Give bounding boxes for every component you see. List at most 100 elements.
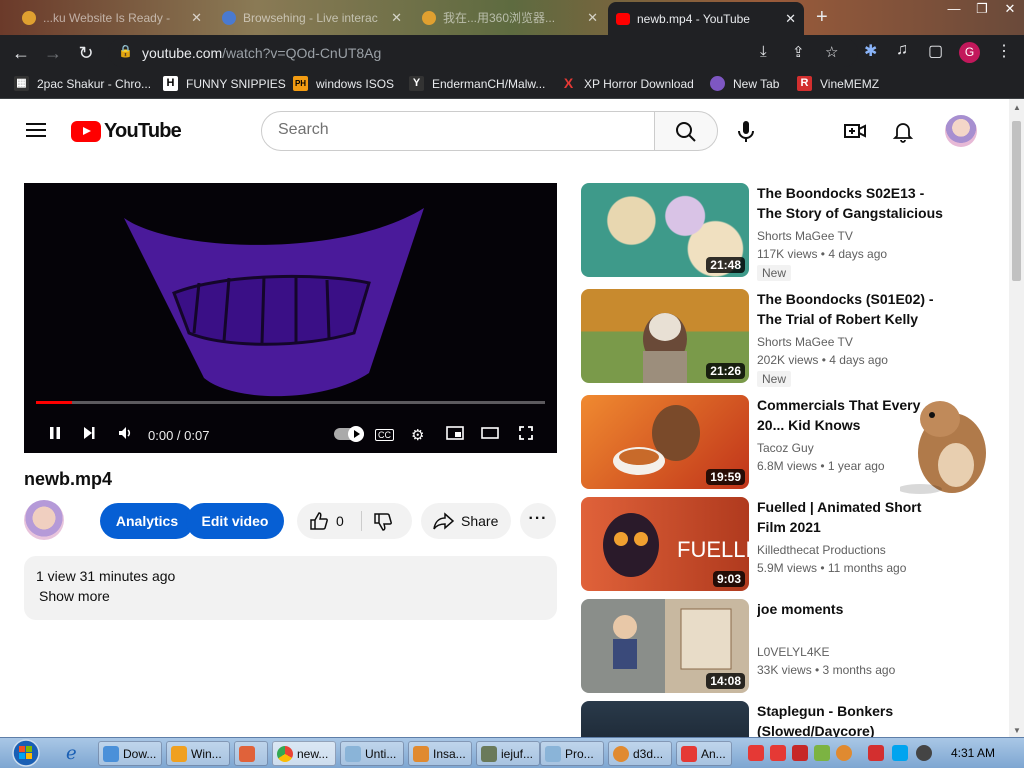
browser-tab-active[interactable]: newb.mp4 - YouTube ✕: [608, 2, 804, 35]
forward-icon[interactable]: →: [42, 42, 64, 64]
video-progress-bar[interactable]: [36, 401, 545, 404]
scroll-up-icon[interactable]: ▲: [1013, 103, 1021, 112]
voice-search-button[interactable]: [730, 115, 762, 147]
extensions-icon[interactable]: ✱: [864, 41, 877, 61]
video-thumbnail[interactable]: FUELLED 9:03: [581, 497, 749, 591]
taskbar-item-active[interactable]: new...: [272, 741, 336, 766]
share-page-icon[interactable]: ⇪: [792, 43, 805, 61]
taskbar-item[interactable]: Dow...: [98, 741, 162, 766]
close-icon[interactable]: ✕: [587, 10, 598, 26]
new-tab-icon[interactable]: +: [816, 6, 828, 29]
start-button-icon[interactable]: [4, 738, 44, 769]
taskbar-clock[interactable]: 4:31 AM: [951, 746, 995, 760]
recommendation-item[interactable]: 14:08 joe moments L0VELYL4KE 33K views •…: [581, 599, 1001, 695]
tray-app-icon[interactable]: [814, 745, 830, 761]
search-input[interactable]: [278, 121, 638, 139]
taskbar-item[interactable]: An...: [676, 741, 732, 766]
taskbar-item[interactable]: Pro...: [540, 741, 604, 766]
taskbar-item[interactable]: iejuf...: [476, 741, 540, 766]
url-text[interactable]: youtube.com/watch?v=QOd-CnUT8Ag: [142, 45, 381, 61]
profile-avatar[interactable]: G: [959, 42, 980, 63]
pause-icon[interactable]: [48, 426, 62, 445]
tray-app-icon[interactable]: [792, 745, 808, 761]
recommendation-channel[interactable]: Shorts MaGee TV: [757, 335, 853, 349]
bookmark-star-icon[interactable]: ☆: [825, 43, 838, 61]
notifications-button[interactable]: [891, 119, 915, 148]
bookmark-item[interactable]: Y EndermanCH/Malw...: [409, 76, 545, 91]
bookmark-item[interactable]: X XP Horror Download: [561, 76, 694, 91]
search-button[interactable]: [654, 111, 718, 151]
minimize-icon[interactable]: —: [940, 0, 968, 20]
media-queue-icon[interactable]: ♫: [896, 41, 908, 59]
recommendation-channel[interactable]: Tacoz Guy: [757, 441, 814, 455]
tray-app-icon[interactable]: [770, 745, 786, 761]
recommendation-item[interactable]: 21:48 The Boondocks S02E13 - The Story o…: [581, 183, 1001, 281]
side-panel-icon[interactable]: ▢: [928, 41, 943, 61]
recommendation-channel[interactable]: Shorts MaGee TV: [757, 229, 853, 243]
browser-menu-icon[interactable]: ⋮: [996, 41, 1012, 61]
taskbar-item[interactable]: [234, 741, 268, 766]
recommendation-title[interactable]: Staplegun - Bonkers (Slowed/Daycore): [757, 701, 947, 737]
create-button[interactable]: [843, 119, 867, 148]
network-icon[interactable]: [892, 745, 908, 761]
more-actions-button[interactable]: ···: [520, 503, 556, 539]
show-more-link[interactable]: Show more: [39, 588, 110, 604]
recommendation-title[interactable]: Fuelled | Animated Short Film 2021: [757, 497, 947, 537]
browser-tab[interactable]: Browsehing - Live interac ✕: [214, 2, 410, 33]
window-close-icon[interactable]: ✕: [996, 0, 1024, 20]
scroll-thumb[interactable]: [1012, 121, 1021, 281]
taskbar-item[interactable]: d3d...: [608, 741, 672, 766]
miniplayer-icon[interactable]: [446, 426, 464, 445]
browser-tab[interactable]: ...ku Website Is Ready - ✕: [14, 2, 210, 33]
recommendation-item[interactable]: FUELLED 9:03 Fuelled | Animated Short Fi…: [581, 497, 1001, 593]
tray-app-icon[interactable]: [748, 745, 764, 761]
menu-icon[interactable]: [26, 123, 46, 137]
bookmark-item[interactable]: R VineMEMZ: [797, 76, 879, 91]
back-icon[interactable]: ←: [10, 42, 32, 64]
theater-mode-icon[interactable]: [481, 426, 499, 445]
video-thumbnail[interactable]: 21:48: [581, 183, 749, 277]
close-icon[interactable]: ✕: [391, 10, 402, 26]
fullscreen-icon[interactable]: [519, 426, 533, 445]
description-box[interactable]: 1 view 31 minutes ago Show more: [24, 556, 557, 620]
next-icon[interactable]: [82, 426, 96, 445]
close-icon[interactable]: ✕: [785, 11, 796, 27]
tray-app-icon[interactable]: [836, 745, 852, 761]
video-thumbnail[interactable]: 21:26: [581, 289, 749, 383]
recommendation-title[interactable]: The Boondocks S02E13 - The Story of Gang…: [757, 183, 947, 223]
subtitles-icon[interactable]: CC: [375, 429, 394, 441]
recommendation-channel[interactable]: L0VELYL4KE: [757, 645, 830, 659]
volume-tray-icon[interactable]: [916, 745, 932, 761]
close-icon[interactable]: ✕: [191, 10, 202, 26]
page-scrollbar[interactable]: ▲ ▼: [1009, 99, 1024, 737]
share-button[interactable]: Share: [421, 503, 511, 539]
video-thumbnail[interactable]: 14:08: [581, 599, 749, 693]
internet-explorer-icon[interactable]: ℯ: [66, 743, 77, 764]
install-icon[interactable]: ⤓: [760, 43, 767, 60]
bookmark-item[interactable]: ▦ 2pac Shakur - Chro...: [14, 76, 151, 91]
edit-video-button[interactable]: Edit video: [186, 503, 284, 539]
restore-icon[interactable]: ❐: [968, 0, 996, 20]
recommendation-title[interactable]: joe moments: [757, 599, 947, 619]
youtube-logo[interactable]: YouTube: [71, 120, 182, 143]
bookmark-item[interactable]: H FUNNY SNIPPIES: [163, 76, 286, 91]
browser-tab[interactable]: 我在...用360浏览器... ✕: [414, 2, 606, 33]
volume-icon[interactable]: [118, 426, 134, 445]
thumbs-up-icon[interactable]: [309, 511, 329, 536]
account-avatar[interactable]: [945, 115, 977, 147]
taskbar-item[interactable]: Insa...: [408, 741, 472, 766]
recommendation-item[interactable]: Staplegun - Bonkers (Slowed/Daycore): [581, 701, 1001, 737]
address-bar[interactable]: 🔒 youtube.com/watch?v=QOd-CnUT8Ag ⤓ ⇪ ☆: [108, 38, 858, 67]
bookmark-item[interactable]: New Tab: [710, 76, 779, 91]
scroll-down-icon[interactable]: ▼: [1013, 726, 1021, 735]
video-thumbnail[interactable]: 19:59: [581, 395, 749, 489]
reload-icon[interactable]: ↻: [75, 42, 97, 64]
video-thumbnail[interactable]: [581, 701, 749, 737]
recommendation-channel[interactable]: Killedthecat Productions: [757, 543, 886, 557]
recommendation-title[interactable]: The Boondocks (S01E02) - The Trial of Ro…: [757, 289, 947, 329]
analytics-button[interactable]: Analytics: [100, 503, 194, 539]
bookmark-item[interactable]: PH windows ISOS: [293, 76, 394, 91]
recommendation-item[interactable]: 21:26 The Boondocks (S01E02) - The Trial…: [581, 289, 1001, 387]
flag-icon[interactable]: [868, 745, 884, 761]
channel-avatar[interactable]: [24, 500, 64, 540]
